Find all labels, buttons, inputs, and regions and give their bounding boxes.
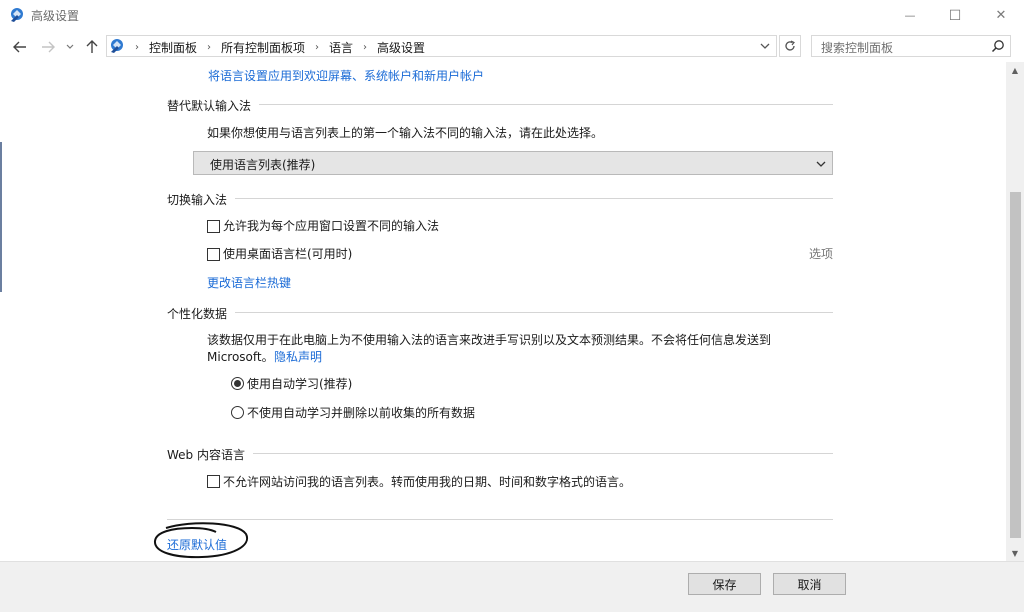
arrow-left-icon xyxy=(13,41,26,53)
control-panel-icon xyxy=(111,39,123,53)
search-placeholder: 搜索控制面板 xyxy=(821,41,894,55)
divider xyxy=(167,104,833,105)
web-content-language-title: Web 内容语言 xyxy=(167,446,253,463)
search-icon xyxy=(991,40,1004,53)
breadcrumb-all-items[interactable]: 所有控制面板项 xyxy=(221,39,305,56)
maximize-icon: ☐ xyxy=(948,7,962,24)
scrollbar-thumb[interactable] xyxy=(1010,192,1021,538)
chevron-right-icon: › xyxy=(135,42,139,53)
search-input[interactable]: 搜索控制面板 xyxy=(811,35,1011,57)
override-input-title: 替代默认输入法 xyxy=(167,97,260,114)
chevron-right-icon[interactable]: › xyxy=(363,42,367,53)
address-history-button[interactable] xyxy=(758,38,772,54)
divider xyxy=(167,453,833,454)
recent-locations-button[interactable] xyxy=(63,37,77,57)
breadcrumb-advanced[interactable]: 高级设置 xyxy=(377,39,425,56)
no-auto-learning-radio[interactable] xyxy=(231,406,244,419)
arrow-up-icon xyxy=(86,40,98,53)
privacy-statement-link[interactable]: 隐私声明 xyxy=(274,348,322,365)
auto-learning-label[interactable]: 使用自动学习(推荐) xyxy=(247,375,352,392)
window-title: 高级设置 xyxy=(31,9,80,23)
close-icon: ✕ xyxy=(995,8,1007,23)
no-auto-learning-label[interactable]: 不使用自动学习并删除以前收集的所有数据 xyxy=(247,404,475,421)
breadcrumb: › 控制面板 › 所有控制面板项 › 语言 › 高级设置 xyxy=(131,39,425,56)
annotation-ellipse xyxy=(154,522,249,559)
settings-content: 将语言设置应用到欢迎屏幕、系统帐户和新用户帐户 替代默认输入法 如果你想使用与语… xyxy=(0,62,1006,561)
personalization-description: 该数据仅用于在此电脑上为不使用输入法的语言来改进手写识别以及文本预测结果。不会将… xyxy=(207,333,772,347)
arrow-right-icon xyxy=(42,41,55,53)
per-app-input-checkbox[interactable] xyxy=(207,220,220,233)
chevron-right-icon[interactable]: › xyxy=(207,42,211,53)
override-input-description: 如果你想使用与语言列表上的第一个输入法不同的输入法，请在此处选择。 xyxy=(207,126,604,140)
minimize-icon: — xyxy=(904,9,916,22)
change-hotkeys-link[interactable]: 更改语言栏热键 xyxy=(207,274,291,291)
control-panel-icon xyxy=(11,8,23,22)
personalization-title: 个性化数据 xyxy=(167,305,236,322)
maximize-button[interactable]: ☐ xyxy=(932,0,978,31)
navigation-bar: › 控制面板 › 所有控制面板项 › 语言 › 高级设置 搜索控制面板 xyxy=(0,31,1024,62)
up-button[interactable] xyxy=(82,37,102,57)
save-button[interactable]: 保存 xyxy=(688,573,761,595)
scroll-up-arrow-icon[interactable]: ▲ xyxy=(1006,62,1024,78)
breadcrumb-control-panel[interactable]: 控制面板 xyxy=(149,39,197,56)
apply-language-settings-link[interactable]: 将语言设置应用到欢迎屏幕、系统帐户和新用户帐户 xyxy=(208,67,484,84)
input-method-selected: 使用语言列表(推荐) xyxy=(210,158,316,172)
divider xyxy=(167,198,833,199)
chevron-down-icon xyxy=(816,156,826,170)
back-button[interactable] xyxy=(10,37,30,57)
window-edge xyxy=(0,142,2,292)
title-bar: 高级设置 — ☐ ✕ xyxy=(0,0,1024,31)
input-method-select[interactable]: 使用语言列表(推荐) xyxy=(193,151,833,175)
vertical-scrollbar[interactable]: ▲ ▼ xyxy=(1006,62,1024,561)
breadcrumb-language[interactable]: 语言 xyxy=(329,39,353,56)
refresh-button[interactable] xyxy=(779,35,801,57)
chevron-down-icon xyxy=(66,44,74,49)
switch-input-title: 切换输入法 xyxy=(167,191,236,208)
web-language-list-label[interactable]: 不允许网站访问我的语言列表。转而使用我的日期、时间和数字格式的语言。 xyxy=(223,473,631,490)
per-app-input-label[interactable]: 允许我为每个应用窗口设置不同的输入法 xyxy=(223,217,439,234)
scroll-down-arrow-icon[interactable]: ▼ xyxy=(1006,545,1024,561)
language-bar-options-link[interactable]: 选项 xyxy=(809,245,833,262)
refresh-icon xyxy=(785,40,795,51)
personalization-description-end: Microsoft。 xyxy=(207,350,274,364)
divider xyxy=(167,312,833,313)
address-bar[interactable]: › 控制面板 › 所有控制面板项 › 语言 › 高级设置 xyxy=(106,35,777,57)
web-language-list-checkbox[interactable] xyxy=(207,475,220,488)
cancel-button[interactable]: 取消 xyxy=(773,573,846,595)
divider xyxy=(167,519,833,520)
desktop-language-bar-label[interactable]: 使用桌面语言栏(可用时) xyxy=(223,245,352,262)
forward-button[interactable] xyxy=(38,37,58,57)
desktop-language-bar-checkbox[interactable] xyxy=(207,248,220,261)
chevron-right-icon[interactable]: › xyxy=(315,42,319,53)
auto-learning-radio[interactable] xyxy=(231,377,244,390)
chevron-down-icon xyxy=(760,43,770,49)
minimize-button[interactable]: — xyxy=(887,0,933,31)
close-button[interactable]: ✕ xyxy=(978,0,1024,31)
dialog-footer: 保存 取消 xyxy=(0,561,1024,612)
